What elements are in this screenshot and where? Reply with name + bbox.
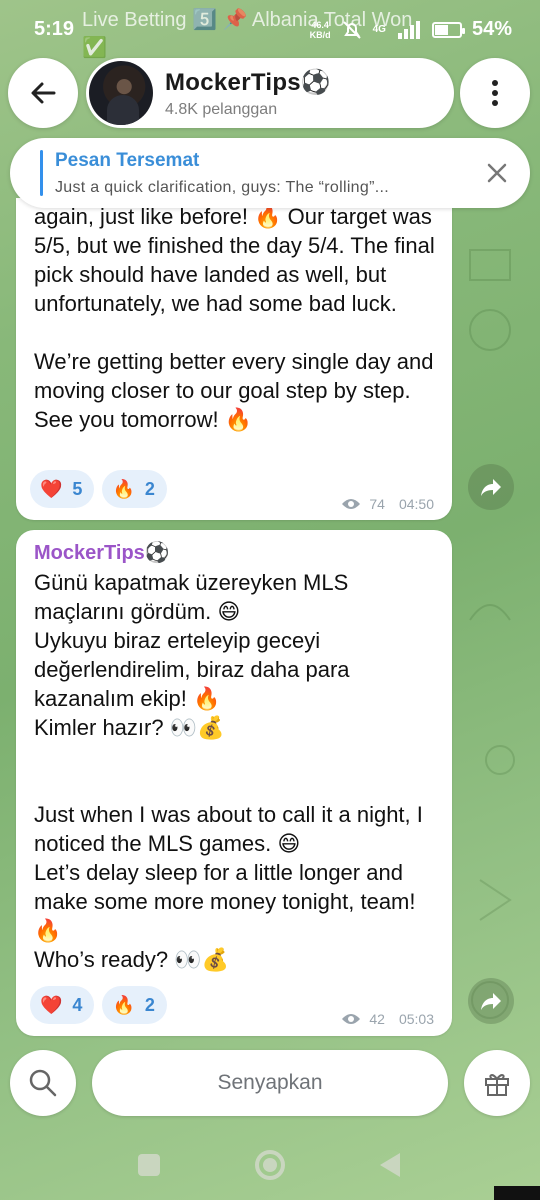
heart-icon: ❤️ xyxy=(40,994,63,1015)
system-back-button[interactable] xyxy=(380,1153,400,1177)
close-pinned-button[interactable] xyxy=(482,158,512,193)
reaction-count: 2 xyxy=(144,994,155,1015)
message-text: Günü kapatmak üzereyken MLS maçlarını gö… xyxy=(34,570,423,972)
reaction-fire[interactable]: 🔥 2 xyxy=(102,986,167,1024)
avatar[interactable] xyxy=(89,61,153,125)
message-bubble[interactable]: again, just like before! 🔥 Our target wa… xyxy=(16,198,452,520)
message-text: again, just like before! 🔥 Our target wa… xyxy=(34,204,435,432)
recent-apps-button[interactable] xyxy=(138,1154,160,1176)
forward-arrow-icon xyxy=(481,993,501,1010)
network-type: 4G xyxy=(372,24,386,35)
subscriber-count: 4.8K pelanggan xyxy=(165,100,278,118)
reactions: ❤️ 4 🔥 2 xyxy=(30,986,167,1024)
status-time: 5:19 xyxy=(34,18,75,40)
screen-corner xyxy=(494,1186,540,1200)
gift-button[interactable] xyxy=(464,1050,530,1116)
message-meta: 74 04:50 xyxy=(341,496,434,512)
fire-icon: 🔥 xyxy=(112,478,135,499)
home-button[interactable] xyxy=(255,1150,285,1180)
forward-button[interactable] xyxy=(468,464,514,510)
pinned-message-banner[interactable]: Pesan Tersemat Just a quick clarificatio… xyxy=(10,138,530,208)
reaction-count: 5 xyxy=(72,478,83,499)
more-options-button[interactable] xyxy=(460,58,530,128)
mute-button[interactable]: Senyapkan xyxy=(92,1050,448,1116)
view-count: 42 xyxy=(369,1011,385,1027)
mute-bell-icon xyxy=(342,20,361,39)
reaction-count: 4 xyxy=(72,994,83,1015)
eye-icon xyxy=(342,1014,361,1024)
message-time: 05:03 xyxy=(398,1011,434,1027)
battery-percent: 54% xyxy=(471,18,512,40)
reaction-count: 2 xyxy=(144,478,155,499)
fire-icon: 🔥 xyxy=(112,994,135,1015)
view-count: 74 xyxy=(369,496,385,512)
arrow-left-icon xyxy=(31,82,56,104)
reactions: ❤️ 5 🔥 2 xyxy=(30,470,167,508)
message-time: 04:50 xyxy=(398,496,434,512)
pinned-title: Pesan Tersemat xyxy=(55,150,200,171)
channel-info: MockerTips⚽ 4.8K pelanggan xyxy=(165,68,331,119)
forward-button[interactable] xyxy=(468,978,514,1024)
pinned-indicator xyxy=(40,150,43,196)
close-icon xyxy=(487,163,507,183)
reaction-heart[interactable]: ❤️ 4 xyxy=(30,986,95,1024)
search-icon xyxy=(29,1069,57,1097)
net-speed: 46.4 KB/d xyxy=(309,19,331,40)
channel-name: MockerTips⚽ xyxy=(165,68,332,96)
gift-icon xyxy=(485,1074,509,1096)
status-bar: 5:19 Live Betting 5️⃣ 📌 Albania Total Wo… xyxy=(0,0,540,59)
reaction-fire[interactable]: 🔥 2 xyxy=(102,470,167,508)
heart-icon: ❤️ xyxy=(40,478,63,499)
forward-arrow-icon xyxy=(481,479,501,496)
message-meta: 42 05:03 xyxy=(341,1011,434,1027)
search-button[interactable] xyxy=(10,1050,76,1116)
battery-icon xyxy=(431,21,465,38)
pinned-text: Just a quick clarification, guys: The “r… xyxy=(55,179,389,196)
more-vertical-icon xyxy=(492,80,498,106)
sender-name: MockerTips⚽ xyxy=(34,542,170,564)
eye-icon xyxy=(342,499,361,509)
back-button[interactable] xyxy=(8,58,78,128)
channel-header[interactable]: MockerTips⚽ 4.8K pelanggan xyxy=(86,58,454,128)
reaction-heart[interactable]: ❤️ 5 xyxy=(30,470,95,508)
signal-icon xyxy=(397,20,420,39)
status-icons: 46.4 KB/d 4G 54% xyxy=(310,18,512,41)
message-bubble[interactable]: MockerTips⚽ Günü kapatmak üzereyken MLS … xyxy=(16,530,452,1036)
system-nav-bar xyxy=(0,1130,540,1200)
